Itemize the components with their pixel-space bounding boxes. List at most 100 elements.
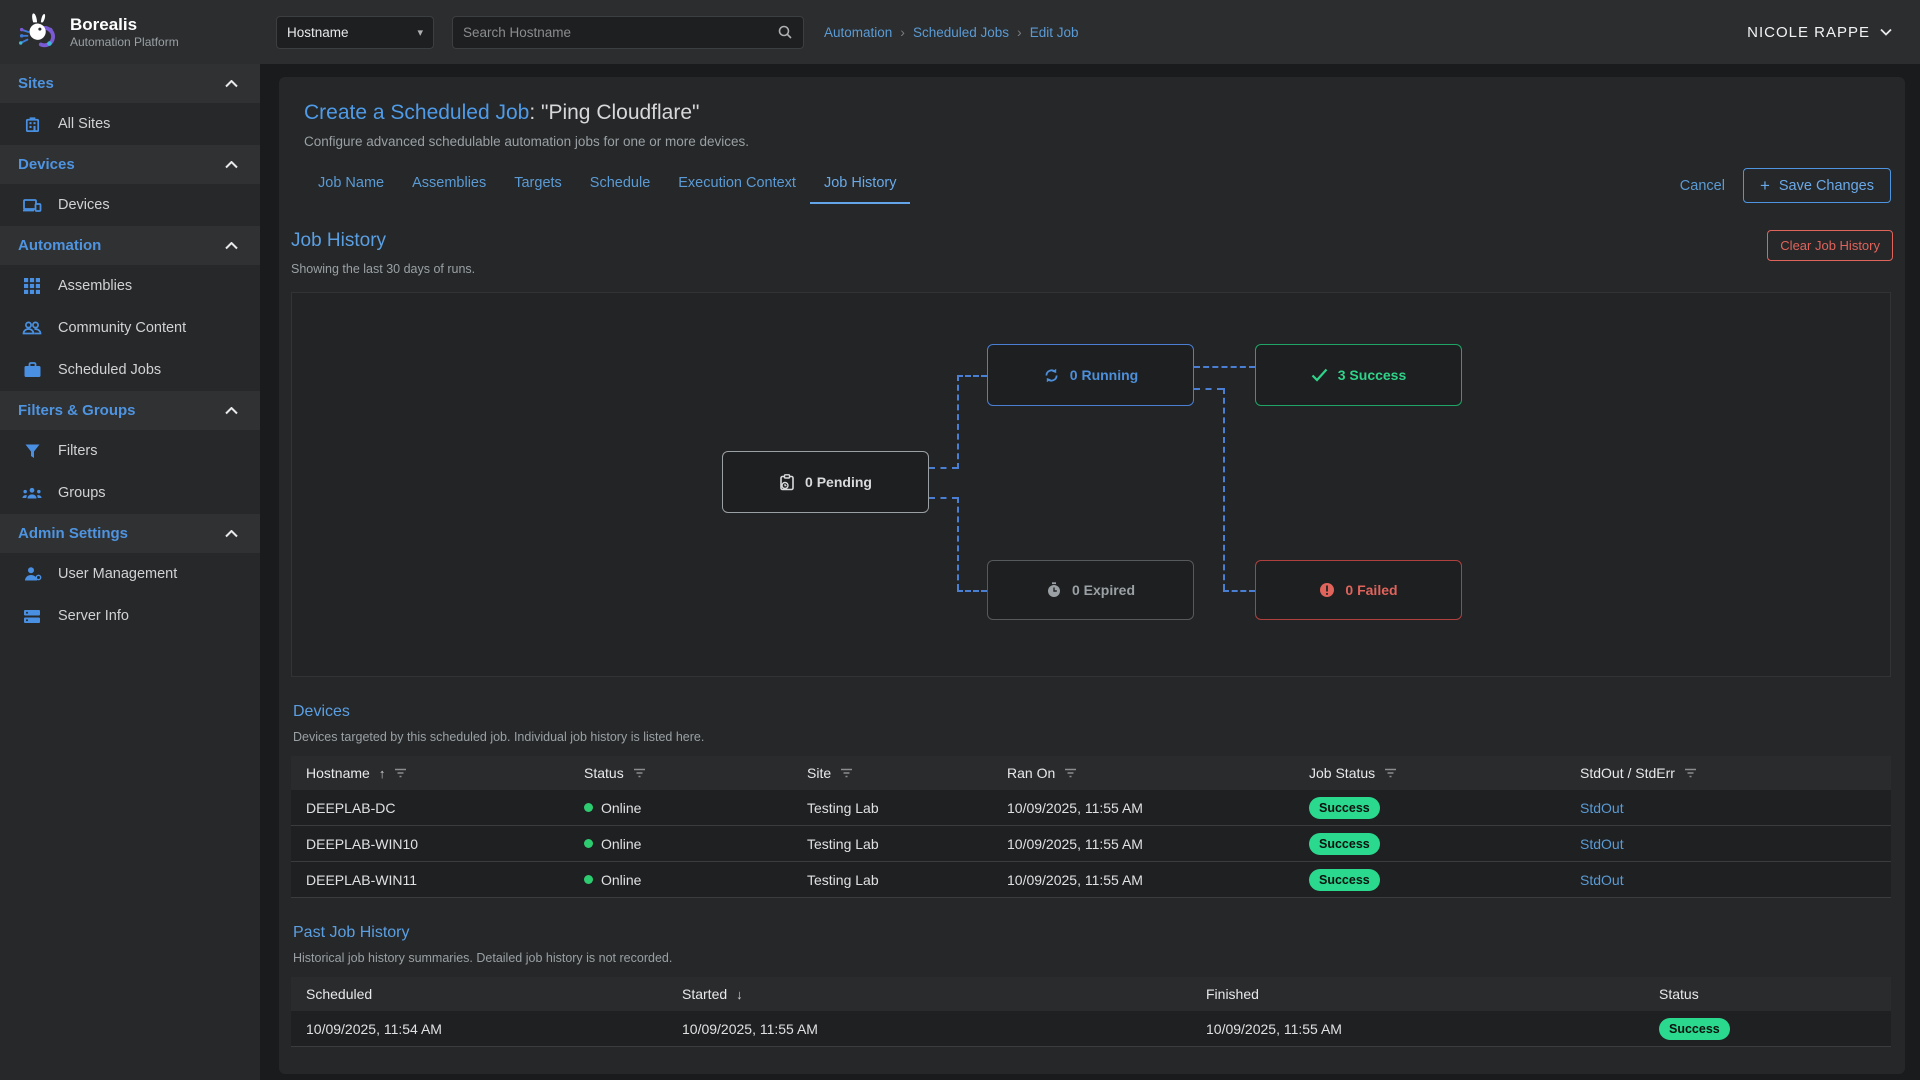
filter-icon[interactable] — [840, 768, 853, 778]
breadcrumb-edit-job[interactable]: Edit Job — [1030, 25, 1079, 40]
flow-node-failed[interactable]: 0 Failed — [1255, 560, 1462, 620]
tab-targets[interactable]: Targets — [500, 167, 576, 204]
sidebar: Sites All Sites Devices Devices Automati… — [0, 64, 260, 1080]
job-status-cell: Success — [1294, 797, 1565, 819]
column-header-site[interactable]: Site — [792, 765, 992, 781]
stdout-cell: StdOut — [1565, 800, 1891, 816]
status-cell: Online — [569, 872, 792, 888]
chevron-up-icon — [225, 407, 238, 415]
column-header-status[interactable]: Status — [1644, 986, 1891, 1002]
save-changes-button[interactable]: + Save Changes — [1743, 168, 1891, 203]
search-icon — [777, 24, 793, 40]
tab-execution-context[interactable]: Execution Context — [664, 167, 810, 204]
tab-job-history[interactable]: Job History — [810, 167, 911, 204]
column-header-hostname[interactable]: Hostname ↑ — [291, 765, 569, 781]
past-job-history-table: Scheduled Started↓ Finished Status 10/09… — [291, 977, 1891, 1047]
sidebar-item-devices[interactable]: Devices — [0, 184, 260, 226]
filter-icon[interactable] — [394, 768, 407, 778]
column-header-started[interactable]: Started↓ — [667, 986, 1191, 1002]
breadcrumb-separator: › — [1017, 24, 1022, 40]
sidebar-item-scheduled-jobs[interactable]: Scheduled Jobs — [0, 349, 260, 391]
flow-node-label: 0 Running — [1070, 367, 1138, 383]
error-icon — [1319, 582, 1335, 598]
status-cell: Online — [569, 800, 792, 816]
past-job-history-subheading: Historical job history summaries. Detail… — [291, 951, 1893, 965]
flow-node-pending[interactable]: 0 Pending — [722, 451, 929, 513]
sidebar-section-automation[interactable]: Automation — [0, 226, 260, 265]
column-header-scheduled[interactable]: Scheduled — [291, 986, 667, 1002]
breadcrumb-scheduled-jobs[interactable]: Scheduled Jobs — [913, 25, 1009, 40]
cancel-button[interactable]: Cancel — [1680, 178, 1725, 194]
column-header-stdout[interactable]: StdOut / StdErr — [1565, 765, 1891, 781]
clear-job-history-button[interactable]: Clear Job History — [1767, 230, 1893, 261]
save-changes-label: Save Changes — [1779, 178, 1874, 194]
connector-line — [957, 590, 987, 592]
online-dot-icon — [584, 803, 593, 812]
user-menu[interactable]: NICOLE RAPPE — [1747, 24, 1892, 41]
filter-icon[interactable] — [633, 768, 646, 778]
job-status-cell: Success — [1294, 869, 1565, 891]
stdout-link[interactable]: StdOut — [1580, 872, 1624, 888]
building-icon — [22, 114, 42, 134]
column-header-status[interactable]: Status — [569, 765, 792, 781]
search-input[interactable] — [463, 25, 777, 40]
sidebar-item-label: Devices — [58, 197, 110, 213]
rabbit-logo-icon — [14, 9, 60, 55]
sidebar-item-assemblies[interactable]: Assemblies — [0, 265, 260, 307]
column-header-ran-on[interactable]: Ran On — [992, 765, 1294, 781]
check-icon — [1311, 368, 1328, 382]
ran-on-cell: 10/09/2025, 11:55 AM — [992, 800, 1294, 816]
breadcrumb-automation[interactable]: Automation — [824, 25, 892, 40]
sidebar-item-label: All Sites — [58, 116, 110, 132]
sidebar-section-devices[interactable]: Devices — [0, 145, 260, 184]
sidebar-section-admin-settings[interactable]: Admin Settings — [0, 514, 260, 553]
stdout-link[interactable]: StdOut — [1580, 800, 1624, 816]
stdout-link[interactable]: StdOut — [1580, 836, 1624, 852]
table-row[interactable]: DEEPLAB-WIN10 Online Testing Lab 10/09/2… — [291, 826, 1891, 862]
tab-assemblies[interactable]: Assemblies — [398, 167, 500, 204]
table-row[interactable]: DEEPLAB-WIN11 Online Testing Lab 10/09/2… — [291, 862, 1891, 898]
flow-node-success[interactable]: 3 Success — [1255, 344, 1462, 406]
filter-icon[interactable] — [1064, 768, 1077, 778]
table-row[interactable]: DEEPLAB-DC Online Testing Lab 10/09/2025… — [291, 790, 1891, 826]
connector-line — [1223, 590, 1255, 592]
status-badge: Success — [1309, 869, 1380, 891]
online-dot-icon — [584, 839, 593, 848]
column-label: Scheduled — [306, 986, 372, 1002]
hostname-select[interactable]: Hostname ▾ — [276, 16, 434, 49]
sidebar-item-community-content[interactable]: Community Content — [0, 307, 260, 349]
flow-node-running[interactable]: 0 Running — [987, 344, 1194, 406]
filter-icon[interactable] — [1684, 768, 1697, 778]
status-cell: Online — [569, 836, 792, 852]
column-label: StdOut / StdErr — [1580, 765, 1675, 781]
table-row[interactable]: 10/09/2025, 11:54 AM 10/09/2025, 11:55 A… — [291, 1011, 1891, 1047]
sidebar-item-all-sites[interactable]: All Sites — [0, 103, 260, 145]
page-title-suffix: : "Ping Cloudflare" — [529, 101, 699, 124]
filter-icon[interactable] — [1384, 768, 1397, 778]
sidebar-section-sites[interactable]: Sites — [0, 64, 260, 103]
search-box[interactable] — [452, 16, 804, 49]
community-icon — [22, 318, 42, 338]
sidebar-section-filters-groups[interactable]: Filters & Groups — [0, 391, 260, 430]
connector-line — [929, 497, 958, 499]
sidebar-item-groups[interactable]: Groups — [0, 472, 260, 514]
tab-job-name[interactable]: Job Name — [304, 167, 398, 204]
sidebar-item-user-management[interactable]: User Management — [0, 553, 260, 595]
brand-logo-block[interactable]: Borealis Automation Platform — [0, 0, 260, 64]
hostname-cell: DEEPLAB-DC — [291, 800, 569, 816]
flow-node-label: 0 Pending — [805, 474, 872, 490]
tabs: Job Name Assemblies Targets Schedule Exe… — [304, 167, 910, 204]
job-history-subheading: Showing the last 30 days of runs. — [291, 262, 475, 276]
page-title: Create a Scheduled Job: "Ping Cloudflare… — [304, 101, 1880, 125]
chevron-up-icon — [225, 161, 238, 169]
column-header-job-status[interactable]: Job Status — [1294, 765, 1565, 781]
sidebar-item-filters[interactable]: Filters — [0, 430, 260, 472]
flow-node-expired[interactable]: 0 Expired — [987, 560, 1194, 620]
plus-icon: + — [1760, 177, 1770, 194]
connector-line — [1194, 388, 1223, 390]
column-label: Finished — [1206, 986, 1259, 1002]
column-header-finished[interactable]: Finished — [1191, 986, 1644, 1002]
tab-schedule[interactable]: Schedule — [576, 167, 664, 204]
sidebar-item-server-info[interactable]: Server Info — [0, 595, 260, 637]
column-label: Site — [807, 765, 831, 781]
